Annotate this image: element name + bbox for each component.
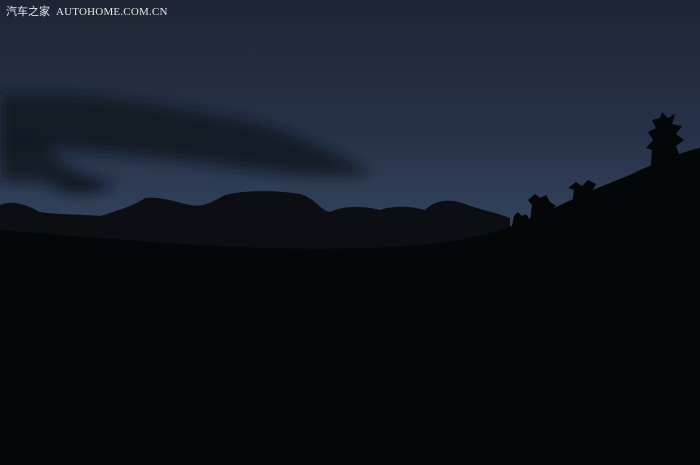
dusk-landscape bbox=[0, 0, 700, 465]
watermark-brand: 汽车之家 bbox=[6, 5, 50, 18]
watermark-domain: AUTOHOME.COM.CN bbox=[56, 6, 168, 18]
foreground bbox=[0, 300, 700, 465]
photo-scene: 汽车之家 AUTOHOME.COM.CN bbox=[0, 0, 700, 465]
watermark: 汽车之家 AUTOHOME.COM.CN bbox=[6, 5, 168, 19]
